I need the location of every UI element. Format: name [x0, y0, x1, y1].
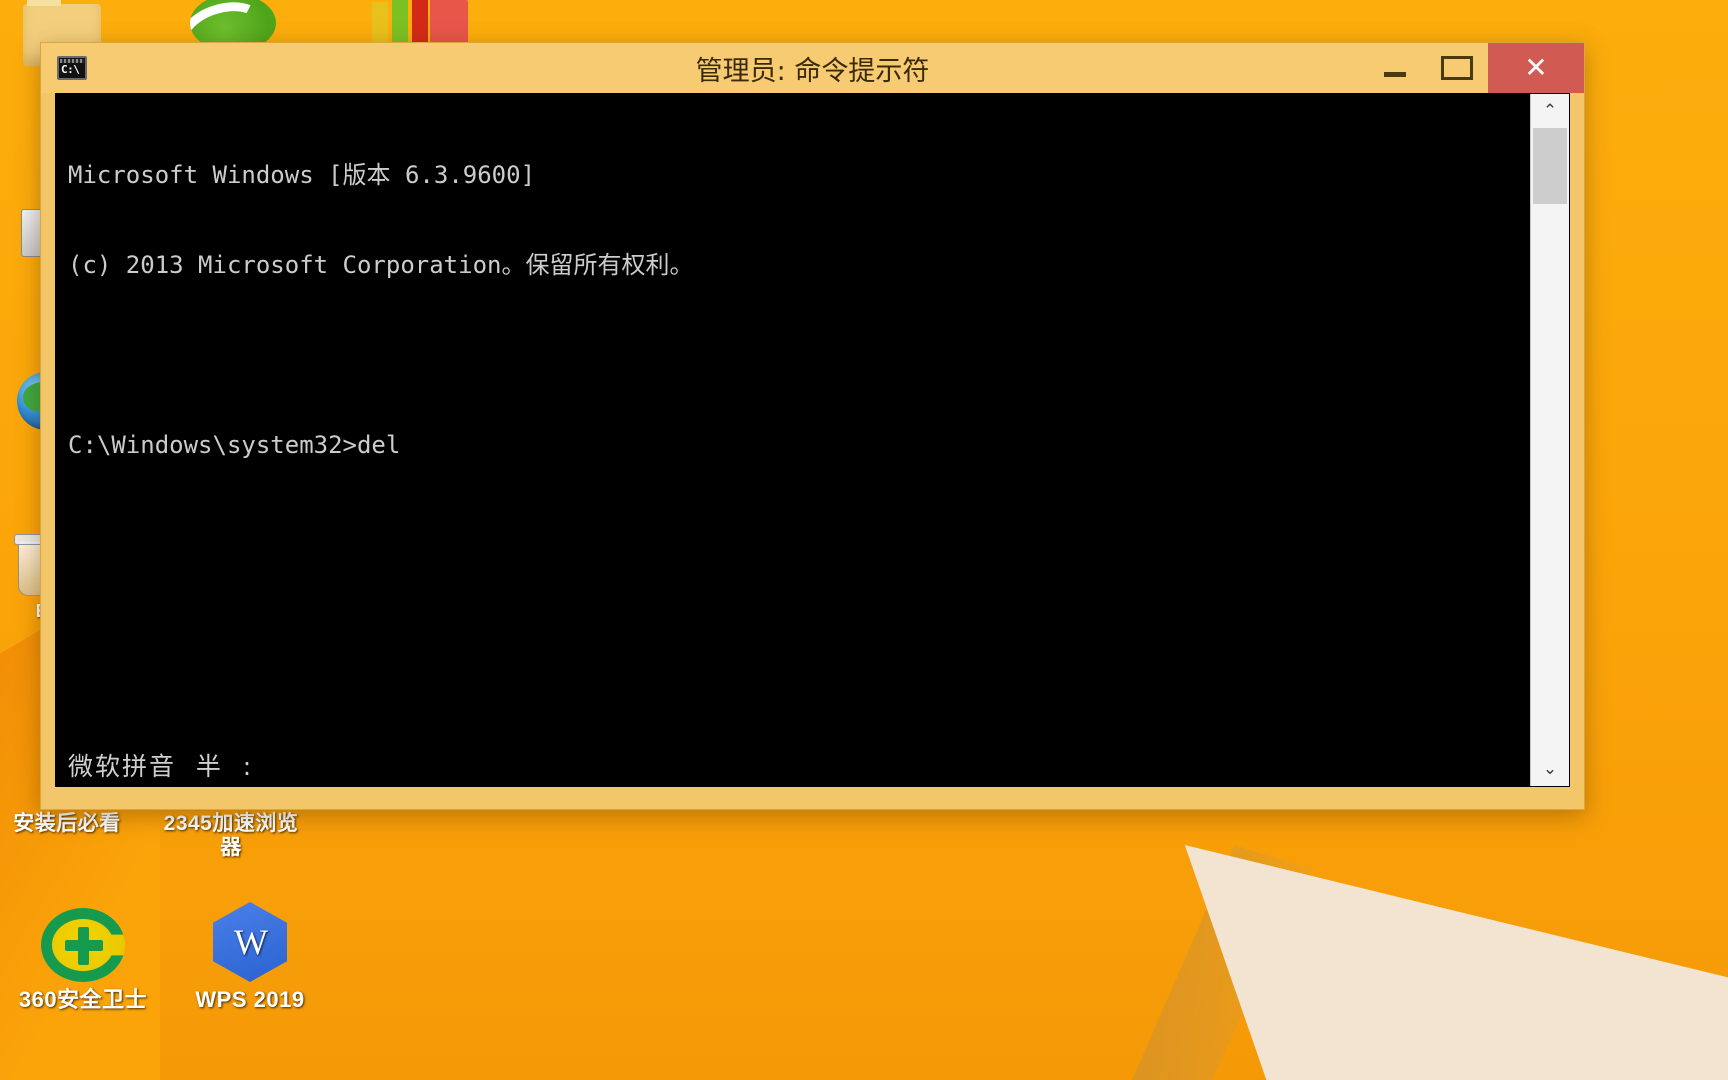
cmd-window-icon: C:\ [57, 56, 87, 80]
scroll-down-icon[interactable]: ⌄ [1531, 752, 1569, 786]
maximize-button[interactable] [1426, 43, 1488, 93]
console-line: (c) 2013 Microsoft Corporation。保留所有权利。 [68, 251, 694, 279]
maximize-icon [1441, 56, 1473, 80]
ime-status-bar: 微软拼音 半 : [68, 752, 254, 781]
desktop-icon-browser-2345[interactable]: 2345加速浏览器 [155, 812, 307, 860]
close-button[interactable]: ✕ [1488, 43, 1584, 93]
close-icon: ✕ [1524, 51, 1548, 84]
colored-bars-icon[interactable] [372, 0, 468, 44]
desktop-icon-label: WPS 2019 [195, 987, 305, 1012]
desktop-icon-label: 360安全卫士 [18, 987, 148, 1012]
console-output[interactable]: Microsoft Windows [版本 6.3.9600] (c) 2013… [56, 94, 1530, 786]
shield-360-icon [41, 908, 125, 982]
desktop-icon-wps-office[interactable]: W WPS 2019 [175, 902, 325, 1012]
desktop-icon-security-360[interactable]: 360安全卫士 [8, 908, 158, 1012]
desktop-icon-label: 安装后必看 [13, 812, 121, 835]
console-line: Microsoft Windows [版本 6.3.9600] [68, 161, 536, 189]
screen: dn 这 E 安装后必看 2345加速浏览器 360安全卫士 W WPS 201… [0, 0, 1728, 1080]
desktop-icon-label: 2345加速浏览器 [163, 812, 299, 860]
console-area[interactable]: Microsoft Windows [版本 6.3.9600] (c) 2013… [55, 93, 1570, 787]
console-line: C:\Windows\system32>del [68, 431, 401, 459]
window-title: 管理员: 命令提示符 [695, 55, 930, 87]
window-controls: ✕ [1364, 43, 1584, 93]
scrollbar-thumb[interactable] [1533, 128, 1567, 204]
scroll-up-icon[interactable]: ⌃ [1531, 94, 1569, 128]
minimize-icon [1384, 71, 1406, 77]
cmd-icon-text: C:\ [61, 63, 80, 76]
command-prompt-window[interactable]: C:\ 管理员: 命令提示符 ✕ Microsoft Windows [版本 6… [40, 42, 1585, 810]
window-titlebar[interactable]: C:\ 管理员: 命令提示符 ✕ [41, 43, 1584, 93]
wps-icon: W [213, 902, 287, 982]
minimize-button[interactable] [1364, 43, 1426, 93]
wallpaper-shape-light [1184, 845, 1728, 1080]
console-scrollbar[interactable]: ⌃ ⌄ [1530, 94, 1569, 786]
desktop-icon-install-readme[interactable]: 安装后必看 [0, 812, 142, 836]
